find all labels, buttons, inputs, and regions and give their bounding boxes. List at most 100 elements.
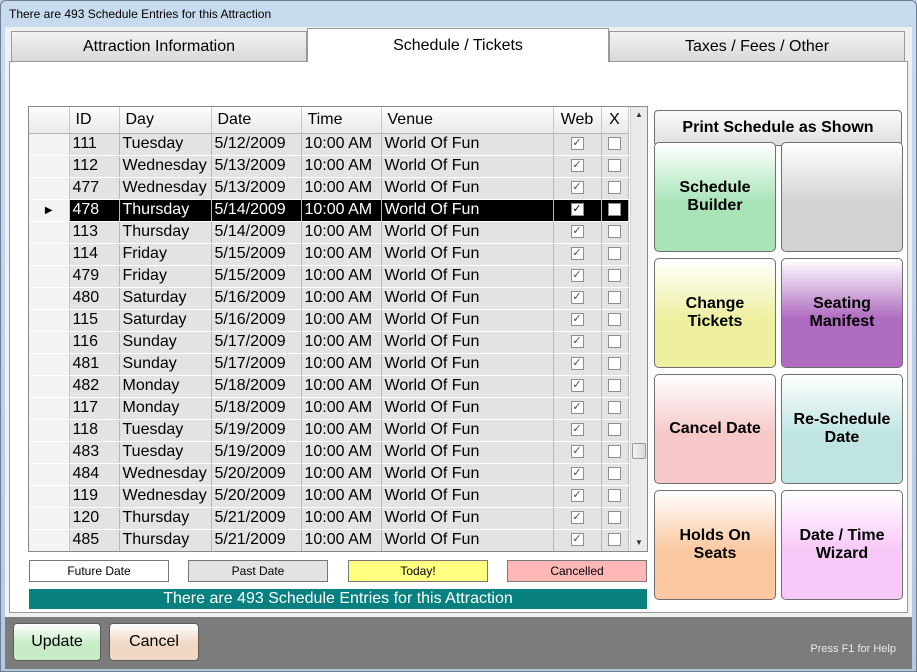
row-header[interactable] bbox=[29, 397, 70, 420]
x-checkbox[interactable] bbox=[608, 181, 621, 195]
row-header[interactable] bbox=[29, 507, 70, 530]
x-checkbox[interactable] bbox=[608, 489, 621, 503]
holds-on-seats-button[interactable]: Holds On Seats bbox=[654, 490, 776, 600]
row-header[interactable] bbox=[29, 353, 70, 376]
web-checkbox[interactable]: ✓ bbox=[570, 181, 584, 195]
x-checkbox[interactable] bbox=[608, 225, 621, 239]
x-checkbox[interactable] bbox=[608, 313, 621, 327]
table-row[interactable]: ▶ 478 Thursday 5/14/2009 10:00 AM World Of Fu… bbox=[29, 199, 629, 222]
web-checkbox[interactable]: ✓ bbox=[570, 203, 584, 217]
row-header[interactable] bbox=[29, 243, 70, 266]
web-checkbox[interactable]: ✓ bbox=[570, 269, 584, 283]
table-row[interactable]: 112 Wednesday 5/13/2009 10:00 AM World Of Fu… bbox=[29, 155, 629, 178]
x-checkbox[interactable] bbox=[608, 247, 621, 261]
table-row[interactable]: 119 Wednesday 5/20/2009 10:00 AM World Of Fu… bbox=[29, 485, 629, 508]
web-checkbox[interactable]: ✓ bbox=[570, 423, 584, 437]
row-header[interactable] bbox=[29, 463, 70, 486]
row-header[interactable] bbox=[29, 375, 70, 398]
schedule-grid[interactable]: ID Day Date Time Venue Web X 111 Tuesday 5… bbox=[28, 106, 648, 552]
x-checkbox[interactable] bbox=[608, 159, 621, 173]
row-header[interactable] bbox=[29, 309, 70, 332]
x-checkbox[interactable] bbox=[608, 445, 621, 459]
table-row[interactable]: 483 Tuesday 5/19/2009 10:00 AM World Of Fun ✓ bbox=[29, 441, 629, 464]
row-header[interactable] bbox=[29, 331, 70, 354]
date-time-wizard-button[interactable]: Date / Time Wizard bbox=[781, 490, 903, 600]
x-checkbox[interactable] bbox=[608, 269, 621, 283]
column-header-date[interactable]: Date bbox=[211, 107, 302, 134]
web-checkbox[interactable]: ✓ bbox=[570, 489, 584, 503]
x-checkbox[interactable] bbox=[608, 291, 621, 305]
web-checkbox[interactable]: ✓ bbox=[570, 247, 584, 261]
x-checkbox[interactable] bbox=[608, 533, 621, 547]
x-checkbox[interactable] bbox=[608, 423, 621, 437]
scroll-down-icon[interactable]: ▼ bbox=[631, 535, 647, 551]
schedule-builder-button[interactable]: Schedule Builder bbox=[654, 142, 776, 252]
web-checkbox[interactable]: ✓ bbox=[570, 379, 584, 393]
x-checkbox[interactable] bbox=[608, 467, 621, 481]
x-checkbox[interactable] bbox=[608, 401, 621, 415]
table-row[interactable]: 484 Wednesday 5/20/2009 10:00 AM World Of Fu… bbox=[29, 463, 629, 486]
scroll-thumb[interactable] bbox=[632, 443, 646, 459]
web-checkbox[interactable]: ✓ bbox=[570, 291, 584, 305]
column-header-x[interactable]: X bbox=[601, 107, 629, 134]
web-checkbox[interactable]: ✓ bbox=[570, 467, 584, 481]
reschedule-date-button[interactable]: Re-Schedule Date bbox=[781, 374, 903, 484]
web-checkbox[interactable]: ✓ bbox=[570, 357, 584, 371]
print-schedule-button[interactable]: Print Schedule as Shown bbox=[654, 110, 902, 146]
table-row[interactable]: 480 Saturday 5/16/2009 10:00 AM World Of Fun… bbox=[29, 287, 629, 310]
column-header-id[interactable]: ID bbox=[69, 107, 120, 134]
table-row[interactable]: 113 Thursday 5/14/2009 10:00 AM World Of Fun… bbox=[29, 221, 629, 244]
change-tickets-button[interactable]: Change Tickets bbox=[654, 258, 776, 368]
tab-attraction-information[interactable]: Attraction Information bbox=[11, 31, 307, 61]
row-header[interactable] bbox=[29, 529, 70, 551]
table-row[interactable]: 477 Wednesday 5/13/2009 10:00 AM World Of Fu… bbox=[29, 177, 629, 200]
update-button[interactable]: Update bbox=[13, 623, 101, 661]
row-header[interactable] bbox=[29, 177, 70, 200]
table-row[interactable]: 481 Sunday 5/17/2009 10:00 AM World Of Fun ✓ bbox=[29, 353, 629, 376]
x-checkbox[interactable] bbox=[608, 335, 621, 349]
table-row[interactable]: 482 Monday 5/18/2009 10:00 AM World Of Fun ✓ bbox=[29, 375, 629, 398]
x-checkbox[interactable] bbox=[608, 379, 621, 393]
row-header[interactable] bbox=[29, 133, 70, 156]
row-header[interactable] bbox=[29, 419, 70, 442]
web-checkbox[interactable]: ✓ bbox=[570, 511, 584, 525]
column-header-venue[interactable]: Venue bbox=[381, 107, 554, 134]
table-row[interactable]: 114 Friday 5/15/2009 10:00 AM World Of Fun ✓ bbox=[29, 243, 629, 266]
web-checkbox[interactable]: ✓ bbox=[570, 159, 584, 173]
table-row[interactable]: 485 Thursday 5/21/2009 10:00 AM World Of Fun… bbox=[29, 529, 629, 551]
table-row[interactable]: 111 Tuesday 5/12/2009 10:00 AM World Of Fun ✓ bbox=[29, 133, 629, 156]
scroll-up-icon[interactable]: ▲ bbox=[631, 107, 647, 123]
tab-taxes-fees-other[interactable]: Taxes / Fees / Other bbox=[609, 31, 905, 61]
table-row[interactable]: 117 Monday 5/18/2009 10:00 AM World Of Fun ✓ bbox=[29, 397, 629, 420]
row-header[interactable] bbox=[29, 485, 70, 508]
web-checkbox[interactable]: ✓ bbox=[570, 335, 584, 349]
table-row[interactable]: 115 Saturday 5/16/2009 10:00 AM World Of Fun… bbox=[29, 309, 629, 332]
table-row[interactable]: 116 Sunday 5/17/2009 10:00 AM World Of Fun ✓ bbox=[29, 331, 629, 354]
grid-vertical-scrollbar[interactable]: ▲ ▼ bbox=[630, 107, 647, 551]
x-checkbox[interactable] bbox=[608, 511, 621, 525]
cancel-button[interactable]: Cancel bbox=[109, 623, 199, 661]
table-row[interactable]: 479 Friday 5/15/2009 10:00 AM World Of Fun ✓ bbox=[29, 265, 629, 288]
x-checkbox[interactable] bbox=[608, 357, 621, 371]
row-header[interactable] bbox=[29, 441, 70, 464]
column-header-web[interactable]: Web bbox=[553, 107, 602, 134]
row-header[interactable] bbox=[29, 155, 70, 178]
web-checkbox[interactable]: ✓ bbox=[570, 137, 584, 151]
row-header[interactable] bbox=[29, 221, 70, 244]
row-header[interactable]: ▶ bbox=[29, 199, 70, 222]
web-checkbox[interactable]: ✓ bbox=[570, 313, 584, 327]
row-header[interactable] bbox=[29, 265, 70, 288]
web-checkbox[interactable]: ✓ bbox=[570, 533, 584, 547]
table-row[interactable]: 118 Tuesday 5/19/2009 10:00 AM World Of Fun ✓ bbox=[29, 419, 629, 442]
web-checkbox[interactable]: ✓ bbox=[570, 225, 584, 239]
tab-schedule-tickets[interactable]: Schedule / Tickets bbox=[307, 28, 609, 62]
web-checkbox[interactable]: ✓ bbox=[570, 445, 584, 459]
row-header[interactable] bbox=[29, 287, 70, 310]
blank-action-button[interactable] bbox=[781, 142, 903, 252]
table-row[interactable]: 120 Thursday 5/21/2009 10:00 AM World Of Fun… bbox=[29, 507, 629, 530]
x-checkbox[interactable] bbox=[608, 203, 621, 217]
seating-manifest-button[interactable]: Seating Manifest bbox=[781, 258, 903, 368]
column-header-time[interactable]: Time bbox=[301, 107, 382, 134]
web-checkbox[interactable]: ✓ bbox=[570, 401, 584, 415]
x-checkbox[interactable] bbox=[608, 137, 621, 151]
